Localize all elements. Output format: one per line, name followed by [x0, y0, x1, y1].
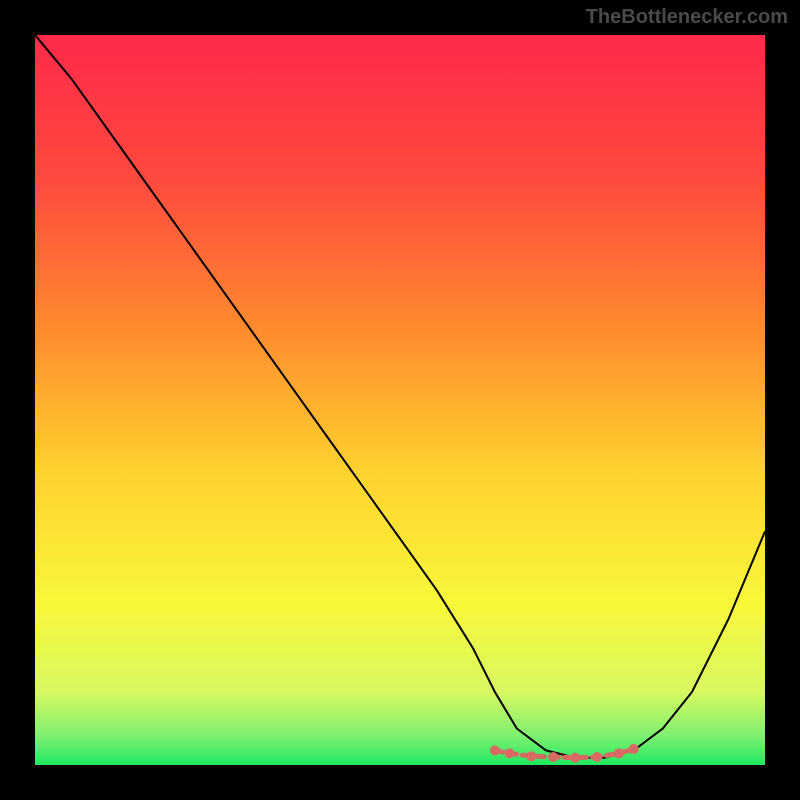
optimal-marker — [505, 748, 515, 758]
optimal-marker — [570, 753, 580, 763]
chart-container: TheBottlenecker.com — [0, 0, 800, 800]
gradient-background — [35, 35, 765, 765]
bottleneck-chart — [35, 35, 765, 765]
optimal-marker — [526, 751, 536, 761]
optimal-marker — [629, 744, 639, 754]
optimal-marker — [490, 745, 500, 755]
optimal-marker — [592, 752, 602, 762]
optimal-marker — [548, 752, 558, 762]
optimal-marker — [614, 748, 624, 758]
watermark-text: TheBottlenecker.com — [586, 6, 788, 29]
plot-area — [35, 35, 765, 765]
